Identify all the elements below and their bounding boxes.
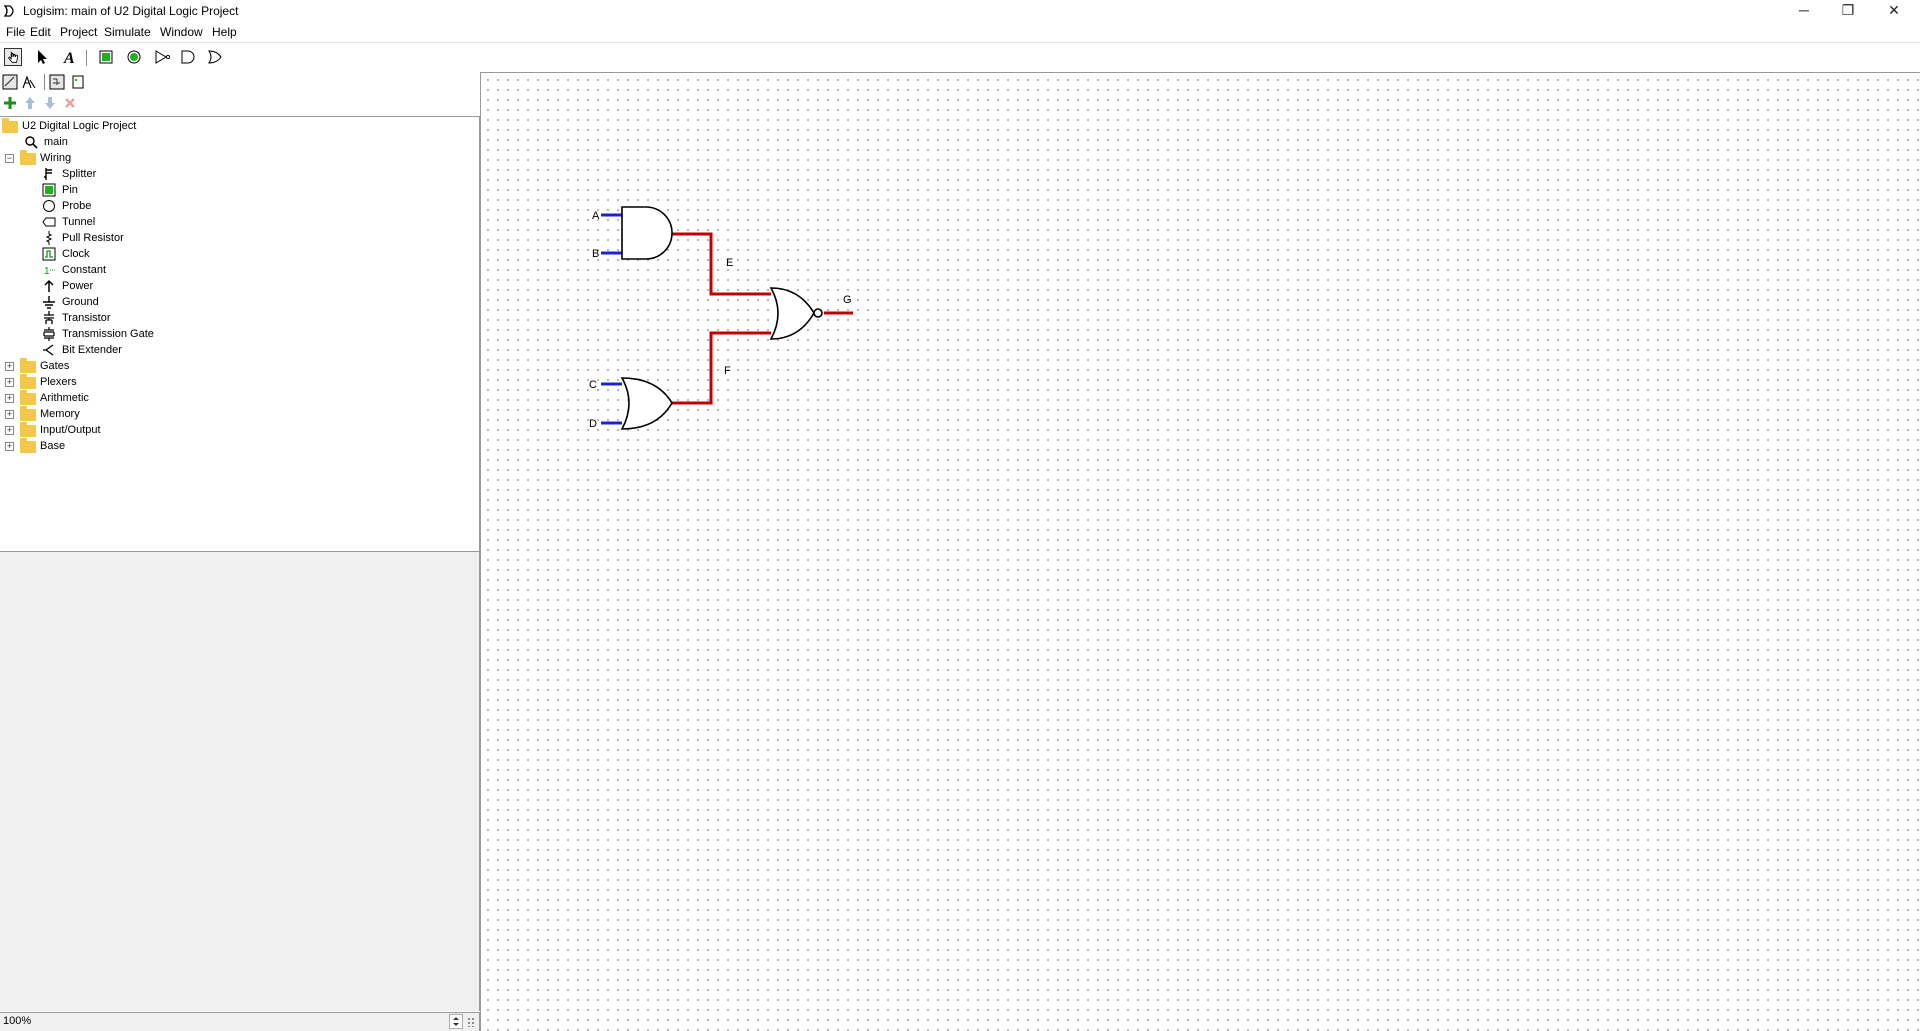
pull-resistor-icon xyxy=(45,231,53,245)
nor-gate[interactable] xyxy=(769,287,815,340)
tunnel-icon xyxy=(42,217,56,227)
text-tool-icon[interactable]: A xyxy=(61,48,79,66)
move-down-icon[interactable] xyxy=(43,96,57,110)
poke-tool-icon[interactable] xyxy=(4,48,22,66)
toolbar-separator xyxy=(86,50,87,66)
tabs-separator xyxy=(44,74,45,90)
project-explorer-tree: U2 Digital Logic Project main − Wiring S… xyxy=(0,116,480,552)
folder-icon xyxy=(20,406,36,421)
folder-icon xyxy=(20,150,36,165)
folder-icon xyxy=(20,358,36,373)
folder-icon xyxy=(2,118,18,133)
select-tool-icon[interactable] xyxy=(33,48,51,66)
wire-e[interactable] xyxy=(671,232,771,296)
menu-window[interactable]: Window xyxy=(160,25,203,39)
output-pin-icon[interactable] xyxy=(125,48,143,66)
minimize-button[interactable]: ─ xyxy=(1782,0,1826,22)
explorer-actions xyxy=(0,95,480,113)
delete-circuit-icon[interactable] xyxy=(63,96,77,110)
circuit-diagram: A B C D E F G xyxy=(589,206,853,430)
input-pin-icon[interactable] xyxy=(97,48,115,66)
not-gate-icon[interactable] xyxy=(153,48,171,66)
add-circuit-icon[interactable] xyxy=(3,96,17,110)
label-a: A xyxy=(592,210,600,222)
attribute-table-panel xyxy=(0,552,480,1011)
menu-bar: File Edit Project Simulate Window Help xyxy=(0,22,1920,43)
expand-base-toggle[interactable]: + xyxy=(5,442,14,451)
label-d: D xyxy=(589,418,597,430)
probe-icon xyxy=(43,200,55,212)
transistor-icon xyxy=(44,311,54,324)
ground-icon xyxy=(43,296,55,309)
zoom-value[interactable]: 100% xyxy=(3,1015,31,1027)
logisim-app-icon xyxy=(4,5,14,17)
label-c: C xyxy=(589,379,597,391)
wire-f[interactable] xyxy=(671,331,771,405)
maximize-button[interactable]: ❐ xyxy=(1826,0,1870,22)
label-e: E xyxy=(726,257,733,269)
circuit-canvas[interactable]: A B C D E F G xyxy=(480,72,1920,1031)
folder-icon xyxy=(20,438,36,453)
menu-file[interactable]: File xyxy=(6,25,25,39)
folder-icon xyxy=(20,422,36,437)
menu-project[interactable]: Project xyxy=(60,25,97,39)
collapse-wiring-toggle[interactable]: − xyxy=(5,154,14,163)
zoom-bar: 100% xyxy=(0,1012,480,1031)
folder-icon xyxy=(20,390,36,405)
pin-icon xyxy=(42,183,56,197)
or-gate[interactable] xyxy=(620,377,673,430)
close-button[interactable]: ✕ xyxy=(1872,0,1916,22)
edit-circuit-appearance-icon[interactable] xyxy=(70,74,86,90)
bit-extender-icon xyxy=(43,344,54,356)
simulation-tree-icon[interactable] xyxy=(21,74,37,90)
and-gate-icon[interactable] xyxy=(179,48,197,66)
nor-gate-bubble xyxy=(813,308,823,318)
expand-memory-toggle[interactable]: + xyxy=(5,410,14,419)
clock-icon xyxy=(42,247,56,261)
expand-gates-toggle[interactable]: + xyxy=(5,362,14,371)
zoom-spinner[interactable] xyxy=(449,1014,463,1029)
label-g: G xyxy=(843,294,852,306)
expand-arithmetic-toggle[interactable]: + xyxy=(5,394,14,403)
svg-text:A: A xyxy=(63,50,75,66)
and-gate[interactable] xyxy=(621,206,673,260)
power-icon xyxy=(44,279,54,292)
expand-plexers-toggle[interactable]: + xyxy=(5,378,14,387)
label-b: B xyxy=(592,248,599,260)
svg-text:1: 1 xyxy=(44,266,50,277)
splitter-icon xyxy=(44,168,52,180)
menu-edit[interactable]: Edit xyxy=(30,25,51,39)
menu-simulate[interactable]: Simulate xyxy=(104,25,151,39)
folder-icon xyxy=(20,374,36,389)
title-bar: Logisim: main of U2 Digital Logic Projec… xyxy=(0,0,1920,22)
spinner-arrows-icon xyxy=(453,1017,459,1026)
edit-circuit-layout-icon[interactable] xyxy=(49,74,65,90)
resize-grip-icon[interactable] xyxy=(466,1016,478,1028)
menu-help[interactable]: Help xyxy=(212,25,237,39)
magnifier-circuit-icon xyxy=(25,136,38,149)
expand-input-output-toggle[interactable]: + xyxy=(5,426,14,435)
window-title: Logisim: main of U2 Digital Logic Projec… xyxy=(23,4,239,18)
explorer-view-tabs xyxy=(0,72,480,92)
move-up-icon[interactable] xyxy=(23,96,37,110)
label-f: F xyxy=(724,365,731,377)
constant-icon: 1 xyxy=(44,266,55,277)
transmission-gate-icon xyxy=(43,327,55,341)
toolbar: A xyxy=(0,44,480,70)
or-gate-icon[interactable] xyxy=(206,48,224,66)
toolbox-view-icon[interactable] xyxy=(2,74,18,90)
